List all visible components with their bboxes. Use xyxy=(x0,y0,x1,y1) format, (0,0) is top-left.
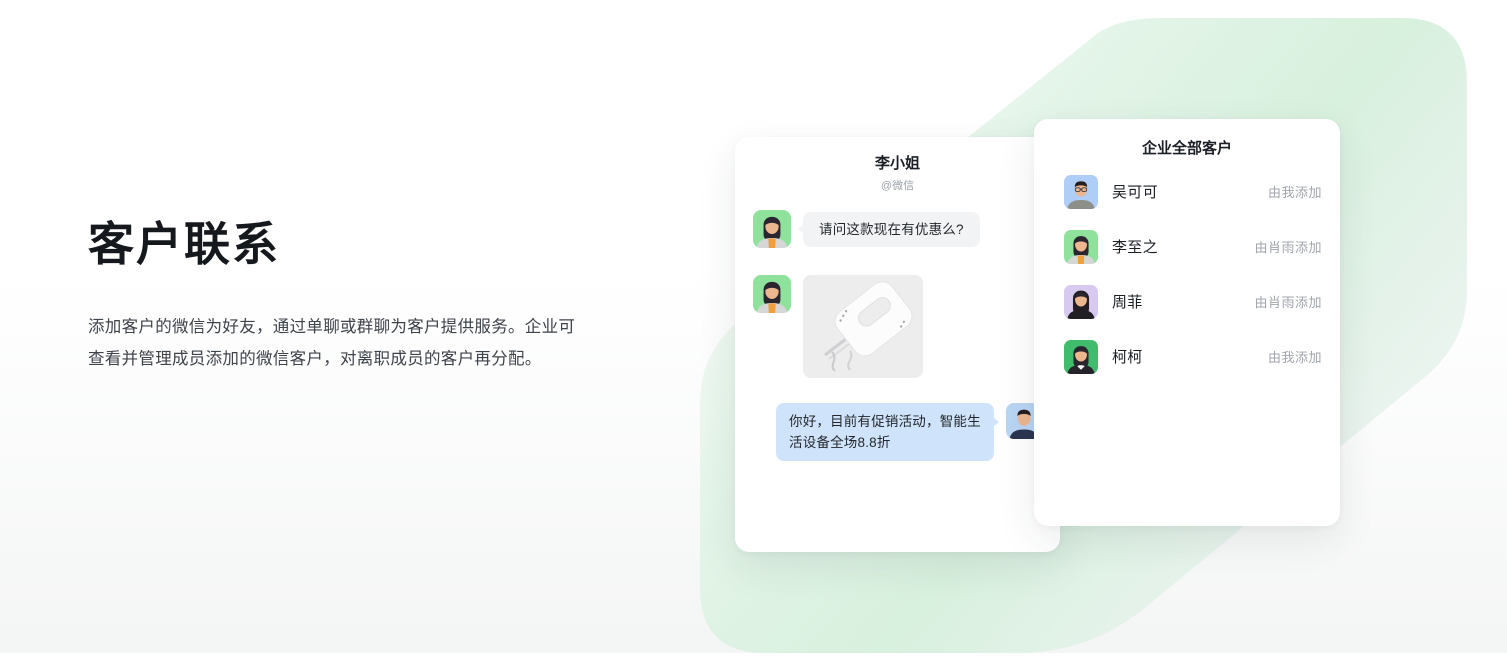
customer-list: 吴可可 由我添加 李至之 由肖雨添加 周菲 由肖雨添加 柯柯 由我添加 xyxy=(1034,164,1340,384)
customer-card-title: 企业全部客户 xyxy=(1141,140,1232,157)
customer-row-avatar xyxy=(1064,174,1098,209)
page-description: 添加客户的微信为好友，通过单聊或群聊为客户提供服务。企业可查看并管理成员添加的微… xyxy=(88,317,576,369)
customer-row-avatar xyxy=(1064,284,1098,319)
customer-row-avatar xyxy=(1064,339,1098,374)
incoming-message-bubble: 请问这款现在有优惠么? xyxy=(798,212,980,247)
customer-contact-section: 客户联系 添加客户的微信为好友，通过单聊或群聊为客户提供服务。企业可查看并管理成… xyxy=(0,0,1507,672)
customer-row-avatar xyxy=(1064,229,1098,264)
customer-name: 周菲 xyxy=(1112,294,1143,311)
chat-contact-name: 李小姐 xyxy=(874,155,920,172)
section-divider xyxy=(0,653,1507,672)
intro-block: 客户联系 添加客户的微信为好友，通过单聊或群聊为客户提供服务。企业可查看并管理成… xyxy=(88,218,588,376)
chat-header: 李小姐 @微信 xyxy=(735,137,1060,193)
product-image xyxy=(803,275,923,378)
customer-row: 李至之 由肖雨添加 xyxy=(1034,219,1340,274)
incoming-message-row: 请问这款现在有优惠么? xyxy=(753,210,1042,248)
added-by-label: 由肖雨添加 xyxy=(1254,295,1322,310)
page-title: 客户联系 xyxy=(88,218,280,270)
customer-row: 柯柯 由我添加 xyxy=(1034,329,1340,384)
customer-name: 李至之 xyxy=(1112,239,1158,256)
product-message-row xyxy=(753,275,1042,378)
customer-name: 柯柯 xyxy=(1112,349,1143,366)
added-by-label: 由我添加 xyxy=(1267,185,1322,200)
customer-list-card: 企业全部客户 吴可可 由我添加 李至之 由肖雨添加 周菲 由肖雨添加 柯柯 由我添加 xyxy=(1034,119,1340,526)
customer-avatar xyxy=(753,275,791,313)
reply-message-bubble: 你好，目前有促销活动，智能生活设备全场8.8折 xyxy=(776,403,999,461)
customer-name: 吴可可 xyxy=(1112,184,1158,201)
chat-messages: 请问这款现在有优惠么? 你好，目前有促销活动，智能生活设备全场8.8折 xyxy=(735,210,1060,461)
customer-avatar xyxy=(753,210,791,248)
chat-contact-source: @微信 xyxy=(880,180,915,192)
customer-row: 周菲 由肖雨添加 xyxy=(1034,274,1340,329)
wechat-chat-card: 李小姐 @微信 请问这款现在有优惠么? 你好，目前有促销活动，智能生活设备全场8… xyxy=(735,137,1060,552)
reply-message-row: 你好，目前有促销活动，智能生活设备全场8.8折 xyxy=(753,403,1042,461)
customer-row: 吴可可 由我添加 xyxy=(1034,164,1340,219)
added-by-label: 由我添加 xyxy=(1267,350,1322,365)
added-by-label: 由肖雨添加 xyxy=(1254,240,1322,255)
hand-mixer-illustration xyxy=(824,281,913,372)
